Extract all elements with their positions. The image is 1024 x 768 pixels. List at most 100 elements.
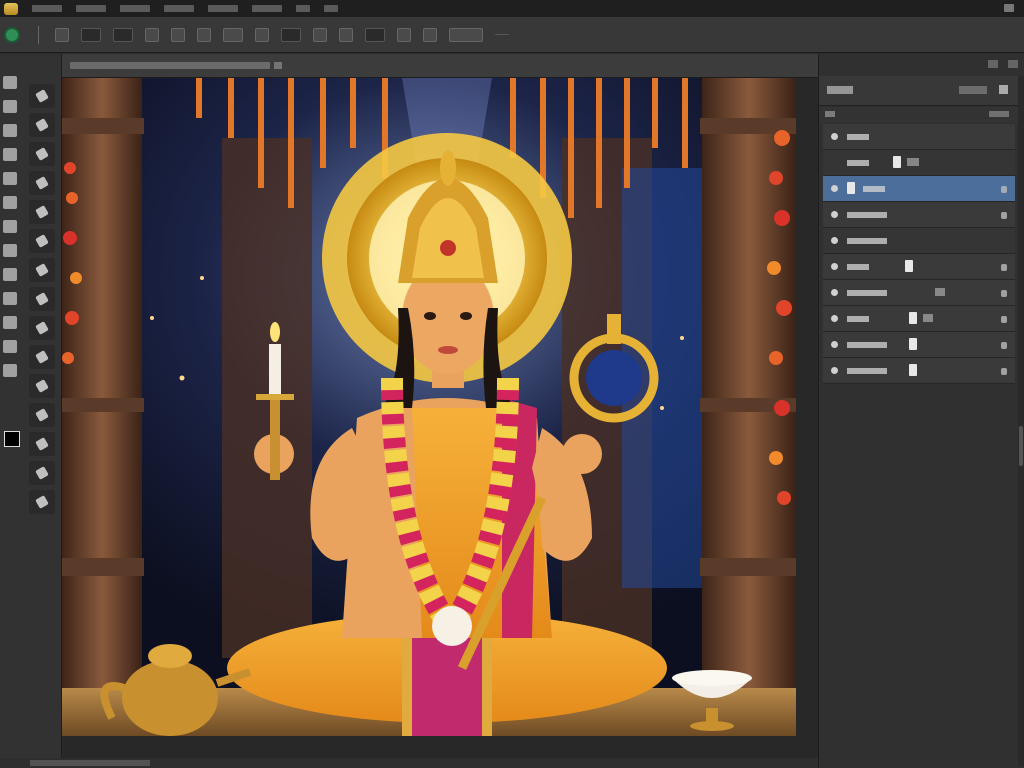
layer-row[interactable] — [823, 306, 1015, 332]
visibility-eye-icon[interactable] — [831, 211, 838, 218]
sample-layers-dropdown[interactable] — [449, 27, 483, 42]
visibility-eye-icon[interactable] — [831, 289, 838, 296]
blur-tool-icon[interactable] — [29, 84, 55, 108]
visibility-eye-icon[interactable] — [831, 341, 838, 348]
lasso-tool-icon[interactable] — [3, 124, 17, 137]
lock-icon[interactable] — [1001, 212, 1007, 219]
layer-row[interactable] — [823, 202, 1015, 228]
move-tool-icon[interactable] — [3, 76, 17, 89]
menu-bar — [0, 0, 1024, 17]
visibility-eye-icon[interactable] — [831, 367, 838, 374]
quick-select-tool-icon[interactable] — [3, 148, 17, 161]
eraser-tool-icon[interactable] — [3, 340, 17, 353]
layer-row[interactable] — [823, 254, 1015, 280]
frame-tool-icon[interactable] — [3, 196, 17, 209]
menu-item-4[interactable] — [164, 5, 194, 12]
tool-preset-icon[interactable] — [55, 27, 69, 42]
extra-tool-4-icon[interactable] — [29, 490, 55, 514]
filter-kind-icon[interactable] — [825, 111, 835, 117]
lock-icon[interactable] — [1001, 316, 1007, 323]
dodge-tool-icon[interactable] — [29, 113, 55, 137]
symmetry-icon[interactable] — [339, 27, 353, 42]
eyedropper-tool-icon[interactable] — [3, 220, 17, 233]
visibility-eye-icon[interactable] — [831, 263, 838, 270]
quick-mask-icon[interactable] — [29, 345, 55, 369]
panel-scrollbar[interactable] — [1018, 76, 1024, 766]
screen-mode-icon[interactable] — [29, 374, 55, 398]
lock-icon[interactable] — [1001, 368, 1007, 375]
layer-row[interactable] — [823, 280, 1015, 306]
close-panel-icon[interactable] — [1008, 60, 1018, 68]
visibility-eye-icon[interactable] — [831, 133, 838, 140]
layer-thumbnail — [893, 156, 901, 168]
window-control-icon[interactable] — [1004, 4, 1014, 12]
lock-icon[interactable] — [1001, 264, 1007, 271]
history-brush-tool-icon[interactable] — [3, 316, 17, 329]
pressure-icon[interactable] — [397, 27, 411, 42]
tab-layers[interactable] — [827, 86, 853, 94]
path-select-tool-icon[interactable] — [29, 200, 55, 224]
brush-icon[interactable] — [197, 27, 211, 42]
lock-icon[interactable] — [1001, 290, 1007, 297]
layer-row[interactable] — [823, 332, 1015, 358]
shape-tool-icon[interactable] — [29, 229, 55, 253]
menu-item-8[interactable] — [324, 5, 338, 12]
foreground-color-swatch[interactable] — [4, 431, 20, 447]
layer-mask-thumbnail — [907, 158, 919, 166]
home-icon[interactable] — [4, 26, 20, 43]
mode-intersect-icon[interactable] — [171, 27, 185, 42]
extra-tool-icon[interactable] — [29, 403, 55, 427]
document-canvas[interactable] — [62, 78, 796, 736]
extra-tool-2-icon[interactable] — [29, 432, 55, 456]
settings-icon[interactable] — [313, 27, 327, 42]
options-trailing-icon[interactable] — [495, 34, 509, 35]
panel-menu-icon[interactable] — [999, 85, 1008, 94]
layer-row[interactable] — [823, 124, 1015, 150]
close-icon[interactable] — [274, 62, 282, 69]
visibility-eye-icon[interactable] — [831, 185, 838, 192]
mode-subtract-icon[interactable] — [145, 27, 159, 42]
opacity-control[interactable] — [989, 111, 1009, 117]
marquee-tool-icon[interactable] — [3, 100, 17, 113]
mode-add-selection-icon[interactable] — [113, 27, 133, 42]
edit-toolbar-icon[interactable] — [29, 316, 55, 340]
hand-tool-icon[interactable] — [29, 258, 55, 282]
document-tab[interactable] — [62, 54, 818, 78]
extra-tool-3-icon[interactable] — [29, 461, 55, 485]
collapse-icon[interactable] — [988, 60, 998, 68]
zoom-tool-icon[interactable] — [29, 287, 55, 311]
gradient-tool-icon[interactable] — [3, 364, 17, 377]
layer-row-selected[interactable] — [823, 176, 1015, 202]
layer-thumbnail — [847, 182, 855, 194]
visibility-eye-icon[interactable] — [831, 237, 838, 244]
pen-tool-icon[interactable] — [29, 142, 55, 166]
layer-row[interactable] — [823, 228, 1015, 254]
lock-icon[interactable] — [1001, 186, 1007, 193]
type-tool-icon[interactable] — [29, 171, 55, 195]
menu-item-6[interactable] — [252, 5, 282, 12]
mode-new-selection-icon[interactable] — [81, 27, 101, 42]
menu-item-3[interactable] — [120, 5, 150, 12]
airbrush-icon[interactable] — [255, 27, 269, 42]
tab-secondary[interactable] — [959, 86, 987, 94]
menu-item-2[interactable] — [76, 5, 106, 12]
smoothing-icon[interactable] — [281, 27, 301, 42]
menu-item-7[interactable] — [296, 5, 310, 12]
layer-row[interactable] — [823, 150, 1015, 176]
brush-tool-icon[interactable] — [3, 268, 17, 281]
healing-tool-icon[interactable] — [3, 244, 17, 257]
tools-column-narrow — [3, 76, 23, 388]
menu-item-1[interactable] — [32, 5, 62, 12]
angle-icon[interactable] — [365, 27, 385, 42]
canvas-area[interactable] — [62, 78, 818, 758]
brush-size-icon[interactable] — [223, 27, 243, 42]
clone-tool-icon[interactable] — [3, 292, 17, 305]
visibility-eye-icon[interactable] — [831, 315, 838, 322]
app-logo-icon[interactable] — [4, 2, 18, 15]
layer-row[interactable] — [823, 358, 1015, 384]
sample-icon[interactable] — [423, 27, 437, 42]
crop-tool-icon[interactable] — [3, 172, 17, 185]
lock-icon[interactable] — [1001, 342, 1007, 349]
layer-thumbnail — [905, 260, 913, 272]
menu-item-5[interactable] — [208, 5, 238, 12]
